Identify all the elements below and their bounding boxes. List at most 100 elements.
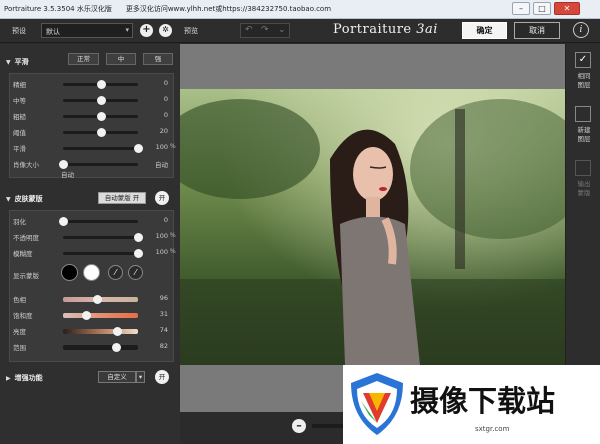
top-toolbar: 预设 默认 ▾ + ✲ 预览 ↶ ↷ ⌄ Portraiture 3ai 确定 …: [0, 19, 600, 43]
watermark-url: sxtgr.com: [475, 425, 510, 433]
preview-label: 预览: [184, 27, 198, 35]
info-icon[interactable]: i: [573, 22, 589, 38]
smoothing-5-label: 肖像大小: [13, 161, 39, 169]
ok-button[interactable]: 确定: [462, 22, 507, 39]
skin-0-slider[interactable]: [59, 217, 138, 226]
skin-color-0-row: 色相 96: [10, 293, 175, 305]
new-layer-checkbox[interactable]: [575, 106, 591, 122]
smoothing-4-row: 平滑 100%: [10, 142, 176, 154]
skin-color-0-label: 色相: [13, 296, 26, 304]
skin-color-1-slider-handle[interactable]: [81, 311, 91, 320]
add-preset-button[interactable]: +: [140, 24, 153, 37]
skin-color-1-slider[interactable]: [63, 311, 138, 320]
skin-color-1-value: 31: [159, 310, 168, 318]
window-title: Portraiture 3.5.3504 水乐汉化版 更多汉化访问www.ylh…: [4, 5, 332, 13]
maximize-button[interactable]: □: [533, 2, 551, 15]
skin-color-1-row: 饱和度 31: [10, 309, 175, 321]
history-dropdown-icon[interactable]: ⌄: [278, 25, 286, 35]
smoothing-1-slider-handle[interactable]: [96, 96, 106, 105]
portrait-photo: [180, 89, 565, 365]
minimize-button[interactable]: –: [512, 2, 530, 15]
smoothing-0-row: 精细 0: [10, 78, 175, 90]
app-logo-title: Portraiture 3ai: [333, 22, 438, 37]
mode-normal-button[interactable]: 正常: [68, 53, 99, 65]
smoothing-3-row: 阈值 20: [10, 126, 175, 138]
mask-white-swatch[interactable]: [83, 264, 100, 281]
history-controls: ↶ ↷ ⌄: [240, 23, 290, 38]
smoothing-2-label: 粗糙: [13, 113, 26, 121]
smoothing-0-slider-handle[interactable]: [96, 80, 106, 89]
skin-2-value: 100: [155, 248, 168, 256]
smoothing-5-value: 自动: [155, 161, 168, 169]
output-mask-label: 输出 蒙版: [577, 180, 591, 197]
smoothing-0-label: 精细: [13, 81, 26, 89]
skin-color-2-slider[interactable]: [63, 327, 138, 336]
smoothing-0-value: 0: [163, 79, 168, 87]
smoothing-5-slider-handle[interactable]: [59, 160, 68, 169]
close-button[interactable]: ✕: [554, 2, 580, 15]
cancel-button[interactable]: 取消: [514, 22, 560, 39]
same-layer-checkbox[interactable]: ✓: [575, 52, 591, 68]
smoothing-2-slider[interactable]: [63, 112, 138, 121]
chevron-down-icon[interactable]: ▾: [136, 371, 145, 383]
auto-mask-button[interactable]: 自动蒙版 开: [98, 192, 146, 204]
chevron-down-icon: ▾: [125, 26, 129, 34]
skin-2-label: 模糊度: [13, 250, 33, 258]
skin-color-3-slider[interactable]: [63, 343, 138, 352]
skin-mask-box: 羽化 0 不透明度 100% 模糊度 100% 显示蒙版 ⁄ ⁄ 色相 96 饱和度 31 亮度 74 范围 8…: [9, 210, 176, 362]
smoothing-0-slider[interactable]: [63, 80, 138, 89]
preset-select[interactable]: 默认 ▾: [41, 23, 133, 38]
mask-black-swatch[interactable]: [61, 264, 78, 281]
smoothing-4-slider[interactable]: [63, 144, 143, 153]
smoothing-4-label: 平滑: [13, 145, 26, 153]
smoothing-4-unit: %: [170, 143, 176, 150]
skin-color-3-label: 范围: [13, 344, 26, 352]
redo-icon[interactable]: ↷: [261, 25, 269, 35]
skin-0-label: 羽化: [13, 218, 26, 226]
left-panel: ▼ 平滑 正常 中 强 精细 0 中等 0 粗糙 0 阈值 20 平滑 100% 肖像大小 自动 自动 ▼…: [0, 44, 180, 444]
app-version: 3ai: [416, 22, 438, 37]
preview-image[interactable]: [180, 89, 565, 365]
skin-mask-header[interactable]: ▼ 皮肤蒙版: [6, 194, 43, 204]
smoothing-5-slider[interactable]: [59, 160, 138, 169]
skin-color-0-slider[interactable]: [63, 295, 138, 304]
smoothing-1-slider[interactable]: [63, 96, 138, 105]
eyedropper-minus-icon[interactable]: ⁄: [128, 265, 143, 280]
skin-0-value: 0: [163, 216, 168, 224]
undo-icon[interactable]: ↶: [245, 25, 253, 35]
new-layer-label: 新建 图层: [577, 126, 591, 143]
skin-color-0-slider-handle[interactable]: [92, 295, 102, 304]
skin-color-0-value: 96: [159, 294, 168, 302]
smoothing-2-row: 粗糙 0: [10, 110, 175, 122]
eyedropper-icon[interactable]: ⁄: [108, 265, 123, 280]
skin-2-slider[interactable]: [63, 249, 143, 258]
preset-label: 预设: [12, 27, 26, 35]
output-mask-checkbox[interactable]: [575, 160, 591, 176]
watermark: 摄像下载站 sxtgr.com: [343, 365, 600, 444]
skin-color-3-slider-handle[interactable]: [111, 343, 121, 352]
enhance-header[interactable]: ▶ 增强功能: [6, 373, 43, 383]
smoothing-header[interactable]: ▼ 平滑: [6, 57, 29, 67]
smoothing-5-row: 肖像大小 自动: [10, 158, 175, 170]
mode-strong-button[interactable]: 强: [143, 53, 173, 65]
skin-0-row: 羽化 0: [10, 215, 175, 227]
collapse-triangle-icon: ▼: [6, 196, 11, 203]
enhance-toggle[interactable]: 开: [155, 370, 169, 384]
mode-medium-button[interactable]: 中: [106, 53, 136, 65]
skin-mask-toggle[interactable]: 开: [155, 191, 169, 205]
zoom-out-button[interactable]: –: [292, 419, 306, 433]
skin-1-slider[interactable]: [63, 233, 143, 242]
skin-color-2-slider-handle[interactable]: [113, 327, 122, 336]
collapse-triangle-icon: ▼: [6, 59, 11, 66]
smoothing-3-slider-handle[interactable]: [96, 128, 106, 137]
smoothing-2-slider-handle[interactable]: [96, 112, 106, 121]
skin-color-2-label: 亮度: [13, 328, 26, 336]
skin-1-unit: %: [170, 232, 176, 239]
smoothing-2-value: 0: [163, 111, 168, 119]
expand-triangle-icon: ▶: [6, 375, 11, 382]
title-bar: Portraiture 3.5.3504 水乐汉化版 更多汉化访问www.ylh…: [0, 0, 600, 19]
gear-icon[interactable]: ✲: [159, 24, 172, 37]
smoothing-3-slider[interactable]: [63, 128, 138, 137]
skin-0-slider-handle[interactable]: [59, 217, 68, 226]
enhance-select[interactable]: 自定义: [98, 371, 136, 383]
